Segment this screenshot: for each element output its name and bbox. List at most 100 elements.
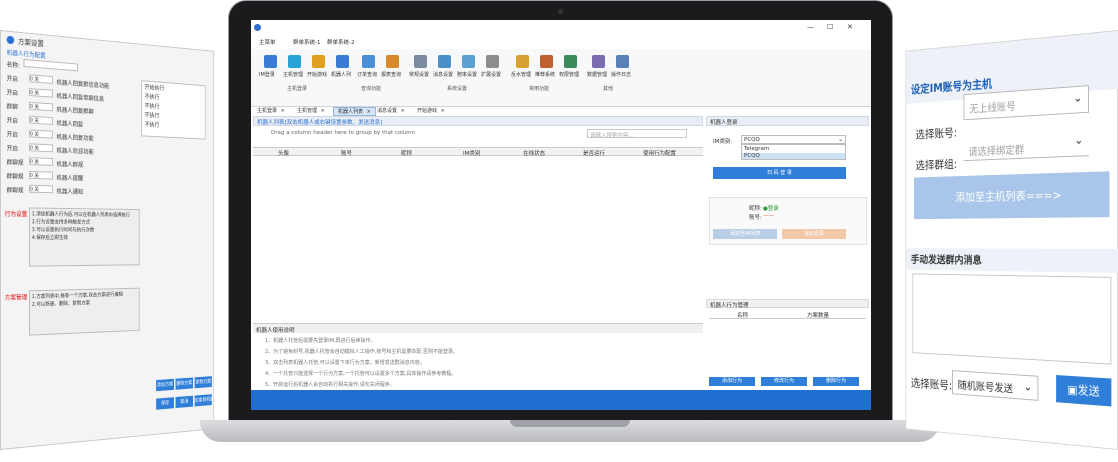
minimize-button[interactable]: — (807, 23, 814, 31)
plan-row-field[interactable]: 0 关 (29, 74, 53, 84)
plan-action-button[interactable]: 取消 (175, 395, 194, 409)
name-label: 名称: (6, 61, 20, 70)
grid-search-placeholder: 请输入搜索内容... (590, 133, 634, 139)
select-group-dropdown[interactable]: 请选择绑定群 ⌄ (963, 128, 1089, 162)
grid-column-header[interactable]: 头像 (278, 149, 289, 157)
plan-action-button[interactable]: 复制方案 (194, 376, 212, 389)
close-icon[interactable]: × (439, 108, 445, 114)
plan-row-label: 开启 (6, 131, 18, 139)
plan-row-option[interactable]: 机器人回复功能 (56, 132, 139, 145)
plan-row-field[interactable]: 0 关 (29, 129, 53, 139)
logout-button[interactable]: 退出登录 (782, 229, 846, 239)
plan-row-field[interactable]: 0 关 (29, 115, 53, 125)
behavior-help-line: 4.保存后立即生效 (31, 235, 68, 241)
im-option-telegram[interactable]: Telegram (744, 146, 845, 152)
grid-column-header[interactable]: 是否运行 (583, 149, 605, 157)
ribbon-button-label[interactable]: 操作日志 (611, 71, 631, 78)
ribbon-button-label[interactable]: 主机管理 (283, 71, 303, 78)
grid-column-header[interactable]: 使用行为配置 (643, 149, 676, 157)
grid-search-input[interactable]: 请输入搜索内容... (587, 129, 687, 139)
plan-row-option[interactable]: 机器人欢迎功能 (56, 146, 139, 158)
ribbon-button-label[interactable]: 扩展设置 (481, 71, 501, 78)
grid-column-header[interactable]: 账号 (341, 149, 352, 157)
ribbon-button-label[interactable]: 机器人列 (331, 71, 351, 78)
instruction-line: 3、双击列表机器人托管,可以设置下单行为方案。新增发送群消息内容。 (265, 360, 425, 366)
add-to-host-list-button[interactable]: 添加至主机列表===> (913, 171, 1110, 220)
plan-side-item[interactable]: 开始执行 (145, 82, 165, 92)
ribbon-button-label[interactable]: 反水管理 (511, 71, 531, 78)
menu-tab[interactable]: 群单系统-2 (327, 38, 354, 46)
close-icon[interactable]: × (365, 109, 371, 115)
menu-tab[interactable]: 群单系统-1 (293, 38, 320, 46)
ribbon-button-label[interactable]: 数据管理 (587, 71, 607, 78)
message-textarea[interactable] (912, 273, 1112, 365)
document-tab[interactable]: 主机登录 × (253, 107, 289, 116)
im-type-select[interactable]: PCQQ ⌄ (741, 135, 846, 144)
ribbon-button-label[interactable]: IM登录 (259, 71, 275, 78)
plan-side-item[interactable]: 不执行 (145, 120, 160, 129)
ribbon-button-label[interactable]: 消息设置 (433, 71, 453, 78)
close-button[interactable]: ✕ (847, 23, 853, 31)
plan-row-field[interactable]: 0 关 (29, 170, 53, 180)
grid-column-header[interactable]: 在线状态 (523, 149, 545, 157)
plan-row-option[interactable]: 机器人回复群信息功能 (56, 77, 139, 92)
maximize-button[interactable]: ☐ (827, 23, 833, 31)
add-to-im-list-button[interactable]: 添加至IM列表 (713, 229, 777, 239)
plan-action-button[interactable]: 应用到机器人 (194, 394, 212, 407)
grid-column-header[interactable]: 昵称 (401, 149, 412, 157)
plan-row-option[interactable]: 机器人通知 (56, 186, 139, 197)
scan-login-button[interactable]: 扫 码 登 录 (713, 167, 846, 179)
plan-row-option[interactable]: 机器人群规 (56, 159, 139, 171)
plan-row-field[interactable]: 0 关 (29, 88, 53, 98)
save-icon: ▣ (1067, 382, 1078, 397)
delete-behavior-button[interactable]: 删除行为 (813, 377, 859, 386)
chevron-down-icon: ⌄ (837, 136, 843, 143)
plan-row-field[interactable]: 0 关 (29, 143, 53, 153)
plan-side-item[interactable]: 不执行 (145, 110, 160, 119)
instruction-line: 4、一个托管只能选择一个行为方案,一个托管可以设置多个方案,具体操作请参考教程。 (265, 371, 457, 377)
instruction-line: 1、机器人托管后需要先登录IM,再进行后续操作。 (265, 338, 376, 344)
plan-action-button[interactable]: 删除方案 (175, 377, 194, 390)
document-tab[interactable]: 主机管理 × (293, 107, 329, 116)
ribbon-button-label[interactable]: 推荐系统 (535, 71, 555, 78)
plan-row-option[interactable]: 机器人回复群聊 (56, 105, 139, 119)
ribbon-button-label[interactable]: 赔率设置 (457, 71, 477, 78)
plan-row-option[interactable]: 机器人提醒 (56, 173, 139, 184)
plan-row-field[interactable]: 0 关 (29, 184, 53, 194)
close-icon[interactable]: × (279, 108, 285, 114)
name-input[interactable] (23, 58, 78, 72)
im-option-pcqq[interactable]: PCQQ (742, 153, 845, 159)
grid-column-header[interactable]: IM类别 (463, 149, 480, 157)
menu-tab[interactable]: 主菜单 (259, 38, 276, 46)
send-account-select[interactable]: 随机账号发送 ⌄ (952, 370, 1039, 401)
window-controls: — ☐ ✕ (807, 23, 867, 33)
ribbon-button-label[interactable]: 开始游戏 (307, 71, 327, 78)
instruction-line: 2、为了避免封号,机器人托管会自动模拟人工操作,账号和主机需要匹配,否则不能登录… (265, 349, 458, 355)
plan-row-option[interactable]: 机器人回复单聊信息 (56, 91, 139, 105)
ribbon-button-label[interactable]: 订单查询 (357, 71, 377, 78)
ribbon-button-label[interactable]: 报表查询 (381, 71, 401, 78)
edit-behavior-button[interactable]: 修改行为 (761, 377, 807, 386)
add-behavior-button[interactable]: 添加行为 (709, 377, 755, 386)
laptop-notch (510, 420, 630, 427)
document-tab-label: 主机登录 (257, 108, 278, 114)
ribbon-group-label: 系统设置 (447, 86, 468, 92)
plan-row-option[interactable]: 机器人回复 (56, 118, 139, 131)
document-tab[interactable]: 机器人列表 × (333, 107, 376, 116)
plan-row-field[interactable]: 0 关 (29, 157, 53, 166)
plan-side-item[interactable]: 不执行 (145, 101, 160, 110)
plan-row-field[interactable]: 0 关 (29, 101, 53, 112)
document-tab-label: 开始游戏 (417, 108, 438, 114)
plan-side-item[interactable]: 不执行 (145, 92, 160, 102)
ribbon-button-label[interactable]: 常规设置 (409, 71, 429, 78)
plan-action-button[interactable]: 添加方案 (156, 378, 174, 392)
ribbon-button-label[interactable]: 权限管理 (559, 71, 579, 78)
close-icon[interactable]: × (319, 108, 325, 114)
plan-action-button[interactable]: 保存 (156, 397, 174, 410)
document-tab[interactable]: 开始游戏 × (413, 107, 449, 116)
plan-row-label: 开启 (6, 145, 18, 153)
send-button[interactable]: ▣发送 (1056, 375, 1112, 407)
close-icon[interactable]: × (399, 108, 405, 114)
document-tab[interactable]: 消息设置 × (373, 107, 409, 116)
app-icon (6, 35, 15, 45)
